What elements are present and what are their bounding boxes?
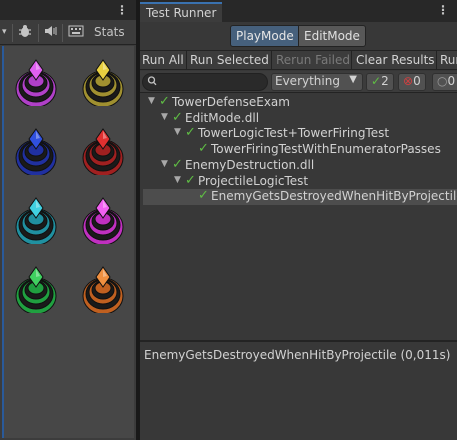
test-runner-tabbar: Test Runner ⋮ xyxy=(140,0,457,22)
search-input[interactable] xyxy=(142,73,268,91)
toolbar-separator xyxy=(271,51,272,69)
pass-check-icon: ✓ xyxy=(198,141,209,157)
expand-arrow-icon[interactable]: ▼ xyxy=(148,96,155,106)
tower-piece-magenta xyxy=(81,196,125,246)
game-view-tabbar: ⋮ xyxy=(0,0,136,20)
run-all-button[interactable]: Run All xyxy=(142,53,184,67)
tower-piece-purple xyxy=(14,58,58,108)
pass-check-icon: ✓ xyxy=(159,94,170,109)
expand-arrow-icon[interactable]: ▼ xyxy=(174,127,181,137)
skipped-circle-icon: ○ xyxy=(437,74,448,88)
category-value: Everything xyxy=(275,74,340,88)
chevron-down-icon: ▼ xyxy=(349,74,357,85)
tree-row-label: TowerFiringTestWithEnumeratorPasses xyxy=(211,142,441,157)
tab-test-runner[interactable]: Test Runner xyxy=(140,2,223,22)
pass-check-icon: ✓ xyxy=(185,125,196,141)
tower-piece-blue xyxy=(14,127,58,177)
tower-piece-orange xyxy=(81,265,125,315)
tree-row-label: EditMode.dll xyxy=(185,110,260,125)
skipped-count: 0 xyxy=(447,74,456,88)
expand-arrow-icon[interactable]: ▼ xyxy=(174,175,181,185)
tree-row[interactable]: ▼ ✓ TowerDefenseExam xyxy=(140,94,457,111)
game-view-panel: ⋮ ▾ Stats xyxy=(0,0,136,440)
tree-row[interactable]: ✓ EnemyGetsDestroyedWhenHitByProjectile xyxy=(143,188,457,206)
expand-arrow-icon[interactable]: ▼ xyxy=(161,112,168,122)
passed-filter-toggle[interactable]: ✓2 xyxy=(366,73,394,91)
action-toolbar: Run All Run Selected Rerun Failed Clear … xyxy=(140,50,457,70)
toolbar-separator xyxy=(12,24,13,42)
fail-x-icon: ⊗ xyxy=(403,74,414,88)
test-detail-pane: EnemyGetsDestroyedWhenHitByProjectile (0… xyxy=(140,342,457,440)
tower-piece-teal xyxy=(14,196,58,246)
skipped-filter-toggle[interactable]: ○0 xyxy=(432,73,457,91)
failed-filter-toggle[interactable]: ⊗0 xyxy=(398,73,426,91)
dropdown-caret-icon[interactable]: ▾ xyxy=(2,27,7,37)
failed-count: 0 xyxy=(413,74,421,88)
rerun-failed-button[interactable]: Rerun Failed xyxy=(276,53,350,67)
test-tree: ▼ ✓ TowerDefenseExam ▼ ✓ EditMode.dll ▼ ✓ TowerL… xyxy=(140,93,457,340)
bug-icon[interactable] xyxy=(18,24,32,41)
passed-count: 2 xyxy=(381,74,389,88)
pass-check-icon: ✓ xyxy=(172,156,183,172)
tree-row-label: EnemyGetsDestroyedWhenHitByProjectile xyxy=(211,189,457,204)
stats-toggle[interactable]: Stats xyxy=(94,25,125,39)
pass-check-icon: ✓ xyxy=(185,172,196,188)
tree-row-label: TowerDefenseExam xyxy=(172,95,290,109)
toolbar-separator xyxy=(351,51,352,69)
search-icon xyxy=(147,74,157,91)
tower-piece-yellow xyxy=(81,58,125,108)
run-button[interactable]: Run xyxy=(440,53,457,67)
run-selected-button[interactable]: Run Selected xyxy=(190,53,269,67)
game-view-toolbar: ▾ Stats xyxy=(0,21,136,45)
tree-row-label: TowerLogicTest+TowerFiringTest xyxy=(198,126,390,141)
editmode-button[interactable]: EditMode xyxy=(298,25,366,47)
pass-check-icon: ✓ xyxy=(172,109,183,125)
test-result-detail: EnemyGetsDestroyedWhenHitByProjectile (0… xyxy=(144,348,451,362)
tower-piece-green xyxy=(14,265,58,315)
tree-row-label: EnemyDestruction.dll xyxy=(185,157,315,172)
toolbar-separator xyxy=(38,24,39,42)
expand-arrow-icon[interactable]: ▼ xyxy=(161,159,168,169)
toolbar-separator xyxy=(62,24,63,42)
tree-row-label: ProjectileLogicTest xyxy=(198,173,309,188)
panel-menu-icon[interactable]: ⋮ xyxy=(437,3,449,17)
tree-row[interactable]: ▼ ✓ TowerLogicTest+TowerFiringTest xyxy=(140,125,457,142)
panel-menu-icon[interactable]: ⋮ xyxy=(116,3,128,17)
pass-check-icon: ✓ xyxy=(371,74,382,88)
toolbar-separator xyxy=(186,51,187,69)
toolbar-separator xyxy=(436,51,437,69)
keyboard-icon[interactable] xyxy=(68,24,84,41)
tree-row[interactable]: ✓ TowerFiringTestWithEnumeratorPasses xyxy=(140,141,457,158)
mode-selector: PlayMode EditMode xyxy=(140,22,457,50)
tree-row[interactable]: ▼ ✓ EnemyDestruction.dll xyxy=(140,156,457,174)
tree-row[interactable]: ▼ ✓ EditMode.dll xyxy=(140,109,457,127)
mute-audio-icon[interactable] xyxy=(44,24,58,41)
tower-piece-red xyxy=(81,127,125,177)
category-dropdown[interactable]: Everything ▼ xyxy=(271,73,363,91)
filter-bar: Everything ▼ ✓2 ⊗0 ○0 xyxy=(140,71,457,93)
clear-results-button[interactable]: Clear Results xyxy=(356,53,435,67)
test-runner-window: Test Runner ⋮ PlayMode EditMode Run All … xyxy=(140,0,457,440)
game-viewport xyxy=(2,46,134,438)
pass-check-icon: ✓ xyxy=(198,188,209,204)
playmode-button[interactable]: PlayMode xyxy=(230,25,300,47)
tree-row[interactable]: ▼ ✓ ProjectileLogicTest xyxy=(140,172,457,190)
